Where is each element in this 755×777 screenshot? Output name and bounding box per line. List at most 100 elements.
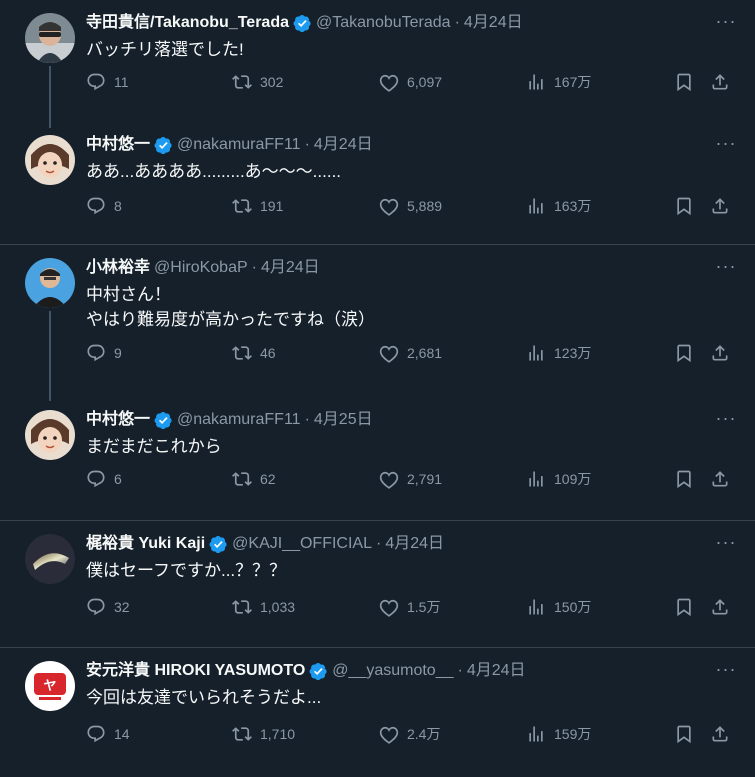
handle[interactable]: @__yasumoto__ (332, 660, 453, 682)
reply-icon (86, 343, 106, 363)
handle[interactable]: @KAJI__OFFICIAL (232, 533, 372, 555)
separator: · (304, 411, 310, 428)
like-button[interactable]: 5,889 (379, 194, 442, 218)
views-button[interactable]: 167万 (526, 70, 591, 94)
share-button[interactable] (710, 722, 730, 746)
display-name[interactable]: 中村悠一 (86, 409, 150, 431)
bookmark-button[interactable] (674, 467, 694, 491)
separator: · (304, 136, 310, 153)
more-icon[interactable]: ··· (715, 132, 737, 154)
display-name[interactable]: 寺田貴信/Takanobu_Terada (86, 12, 289, 34)
retweet-count: 1,033 (260, 599, 296, 615)
verified-badge-icon (154, 136, 173, 155)
view-count: 150万 (554, 599, 592, 615)
tweet[interactable]: ヤ 安元洋貴 HIROKI YASUMOTO @__yasumoto__ · 4… (0, 648, 755, 763)
bookmark-icon (674, 196, 694, 216)
more-icon[interactable]: ··· (715, 255, 737, 277)
views-button[interactable]: 163万 (526, 194, 591, 218)
timestamp[interactable]: 4月24日 (314, 134, 373, 156)
view-count: 109万 (554, 471, 592, 487)
more-icon[interactable]: ··· (715, 658, 737, 680)
handle[interactable]: @nakamuraFF11 (177, 134, 301, 156)
reply-button[interactable]: 32 (86, 595, 130, 619)
retweet-count: 62 (260, 471, 276, 487)
retweet-button[interactable]: 46 (232, 341, 276, 365)
separator: · (376, 535, 382, 552)
tweet-text: バッチリ落選でした! (86, 40, 244, 59)
retweet-button[interactable]: 302 (232, 70, 283, 94)
views-button[interactable]: 159万 (526, 722, 591, 746)
reply-button[interactable]: 11 (86, 70, 129, 94)
views-icon (526, 343, 546, 363)
reply-button[interactable]: 9 (86, 341, 122, 365)
tweet[interactable]: 寺田貴信/Takanobu_Terada @TakanobuTerada · 4… (0, 0, 755, 115)
bookmark-button[interactable] (674, 595, 694, 619)
more-icon[interactable]: ··· (715, 407, 737, 429)
tweet[interactable]: 中村悠一 @nakamuraFF11 · 4月25日 まだまだこれから ··· … (0, 397, 755, 512)
tweet[interactable]: 小林裕幸 @HiroKobaP · 4月24日 中村さん！ やはり難易度が高かっ… (0, 245, 755, 360)
views-icon (526, 597, 546, 617)
bookmark-button[interactable] (674, 341, 694, 365)
like-button[interactable]: 2.4万 (379, 722, 440, 746)
avatar[interactable]: ヤ (25, 661, 75, 711)
timestamp[interactable]: 4月24日 (467, 660, 526, 682)
handle[interactable]: @HiroKobaP (154, 257, 248, 279)
reply-icon (86, 72, 106, 92)
svg-text:ヤ: ヤ (43, 679, 56, 694)
reply-button[interactable]: 8 (86, 194, 122, 218)
views-button[interactable]: 150万 (526, 595, 591, 619)
avatar[interactable] (25, 135, 75, 185)
retweet-button[interactable]: 1,710 (232, 722, 295, 746)
display-name[interactable]: 小林裕幸 (86, 257, 150, 279)
tweet-text: まだまだこれから (86, 437, 222, 456)
share-button[interactable] (710, 595, 730, 619)
retweet-button[interactable]: 191 (232, 194, 283, 218)
retweet-button[interactable]: 1,033 (232, 595, 295, 619)
retweet-count: 302 (260, 74, 284, 90)
more-icon[interactable]: ··· (715, 531, 737, 553)
like-button[interactable]: 2,681 (379, 341, 442, 365)
bookmark-button[interactable] (674, 722, 694, 746)
share-button[interactable] (710, 194, 730, 218)
verified-badge-icon (309, 662, 328, 681)
like-count: 2,791 (407, 471, 443, 487)
reply-button[interactable]: 14 (86, 722, 130, 746)
views-icon (526, 724, 546, 744)
avatar[interactable] (25, 410, 75, 460)
display-name[interactable]: 中村悠一 (86, 134, 150, 156)
timestamp[interactable]: 4月24日 (261, 257, 320, 279)
tweet[interactable]: 梶裕貴 Yuki Kaji @KAJI__OFFICIAL · 4月24日 僕は… (0, 521, 755, 636)
bookmark-button[interactable] (674, 194, 694, 218)
more-icon[interactable]: ··· (715, 10, 737, 32)
timestamp[interactable]: 4月24日 (385, 533, 444, 555)
tweet[interactable]: 中村悠一 @nakamuraFF11 · 4月24日 ああ...ああああ....… (0, 122, 755, 237)
view-count: 159万 (554, 726, 592, 742)
handle[interactable]: @nakamuraFF11 (177, 409, 301, 431)
share-button[interactable] (710, 341, 730, 365)
reply-count: 6 (114, 471, 122, 487)
view-count: 123万 (554, 345, 592, 361)
reply-button[interactable]: 6 (86, 467, 122, 491)
like-button[interactable]: 6,097 (379, 70, 442, 94)
retweet-count: 46 (260, 345, 276, 361)
avatar[interactable] (25, 13, 75, 63)
like-button[interactable]: 2,791 (379, 467, 442, 491)
avatar[interactable] (25, 258, 75, 308)
views-button[interactable]: 123万 (526, 341, 591, 365)
bookmark-icon (674, 724, 694, 744)
handle[interactable]: @TakanobuTerada (316, 12, 451, 34)
bookmark-button[interactable] (674, 70, 694, 94)
timestamp[interactable]: 4月25日 (314, 409, 373, 431)
display-name[interactable]: 安元洋貴 HIROKI YASUMOTO (86, 660, 305, 682)
share-button[interactable] (710, 467, 730, 491)
avatar[interactable] (25, 534, 75, 584)
timestamp[interactable]: 4月24日 (464, 12, 523, 34)
retweet-button[interactable]: 62 (232, 467, 276, 491)
views-button[interactable]: 109万 (526, 467, 591, 491)
verified-badge-icon (209, 535, 228, 554)
share-button[interactable] (710, 70, 730, 94)
bookmark-icon (674, 469, 694, 489)
like-button[interactable]: 1.5万 (379, 595, 440, 619)
reply-icon (86, 469, 106, 489)
display-name[interactable]: 梶裕貴 Yuki Kaji (86, 533, 205, 555)
